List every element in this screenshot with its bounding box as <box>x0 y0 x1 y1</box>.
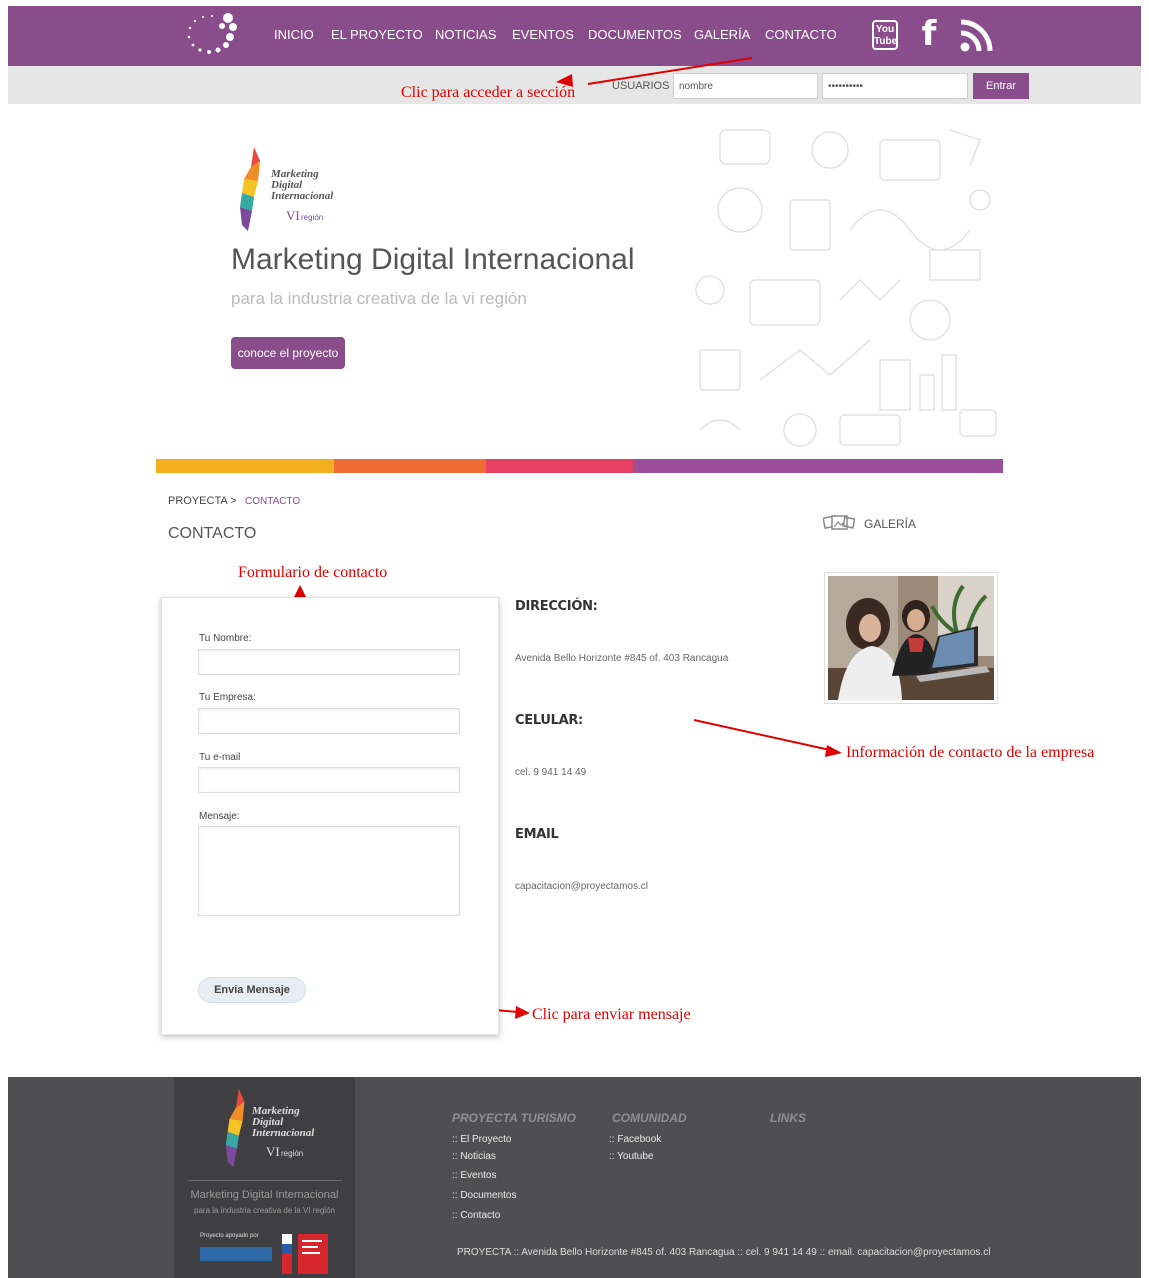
footer-contact-line: PROYECTA :: Avenida Bello Horizonte #845… <box>457 1247 991 1258</box>
gallery-photo[interactable] <box>824 572 998 704</box>
footer-link-facebook[interactable]: :: Facebook <box>609 1134 661 1145</box>
logo-word-4: VI <box>286 208 300 223</box>
footer-tagline: para la industria creativa de la VI regi… <box>194 1206 335 1215</box>
footer-col1-title: PROYECTA TURISMO <box>452 1111 577 1125</box>
hero-title: Marketing Digital Internacional <box>231 243 635 276</box>
facebook-icon[interactable]: f <box>917 14 941 54</box>
login-button[interactable]: Entrar <box>973 73 1029 99</box>
page-title: CONTACTO <box>168 525 257 542</box>
footer-logo-word-5: región <box>281 1149 304 1158</box>
phone-value: cel. 9 941 14 49 <box>515 767 587 778</box>
stripe-red <box>486 459 633 473</box>
company-label: Tu Empresa: <box>199 692 256 703</box>
gallery-photo-image <box>828 576 994 700</box>
sponsor-logo-gobierno <box>282 1234 328 1274</box>
footer-link-contacto[interactable]: :: Contacto <box>452 1210 500 1221</box>
send-message-button[interactable]: Envia Mensaje <box>198 977 306 1003</box>
footer-logo-word-3: Internacional <box>252 1127 315 1139</box>
color-stripe <box>156 459 1003 473</box>
phone-heading: CELULAR: <box>515 713 583 728</box>
annotation-form: Formulario de contacto <box>238 564 388 581</box>
gallery-title: GALERÍA <box>864 517 917 531</box>
nav-inicio[interactable]: INICIO <box>274 27 314 43</box>
footer-col2-title: COMUNIDAD <box>612 1111 687 1125</box>
breadcrumb-home[interactable]: PROYECTA > <box>168 495 237 507</box>
address-heading: DIRECCIÓN: <box>515 599 598 614</box>
logo-mark-icon <box>240 147 260 231</box>
conoce-proyecto-button[interactable]: conoce el proyecto <box>231 337 345 369</box>
gallery-heading[interactable]: GALERÍA <box>823 514 933 534</box>
footer-link-youtube[interactable]: :: Youtube <box>609 1151 654 1162</box>
stripe-purple <box>633 459 1003 473</box>
footer-link-el-proyecto[interactable]: :: El Proyecto <box>452 1134 511 1145</box>
message-textarea[interactable] <box>198 826 460 916</box>
nav-el-proyecto[interactable]: EL PROYECTO <box>331 27 423 43</box>
footer-site-name: Marketing Digital Internacional <box>190 1189 339 1201</box>
footer-divider <box>188 1180 342 1181</box>
footer-link-noticias[interactable]: :: Noticias <box>452 1151 496 1162</box>
site-logo-dots[interactable] <box>182 12 242 56</box>
nav-documentos[interactable]: DOCUMENTOS <box>588 27 682 43</box>
username-input[interactable] <box>673 73 818 99</box>
logo-word-3: Internacional <box>271 190 334 202</box>
nav-galeria[interactable]: GALERÍA <box>694 27 750 43</box>
logo-word-5: región <box>301 213 324 222</box>
youtube-icon[interactable]: You Tube <box>872 20 898 50</box>
gallery-icon <box>823 514 855 530</box>
email-heading: EMAIL <box>515 827 559 842</box>
users-label: USUARIOS <box>612 80 670 92</box>
rss-icon[interactable] <box>958 18 994 54</box>
stripe-orange <box>334 459 486 473</box>
email-label: Tu e-mail <box>199 752 241 763</box>
nav-contacto[interactable]: CONTACTO <box>765 27 837 43</box>
email-input[interactable] <box>198 767 460 793</box>
company-input[interactable] <box>198 708 460 734</box>
breadcrumb-current: CONTACTO <box>245 496 301 507</box>
annotation-section: Clic para acceder a sección <box>401 84 576 101</box>
footer-logo: Marketing Digital Internacional VI regió… <box>222 1086 322 1174</box>
name-input[interactable] <box>198 649 460 675</box>
footer-logo-word-4: VI <box>266 1144 280 1159</box>
name-label: Tu Nombre: <box>199 633 252 644</box>
footer-logo-mark-icon <box>225 1088 245 1168</box>
hero-subtitle: para la industria creativa de la vi regi… <box>231 289 527 308</box>
footer-link-documentos[interactable]: :: Documentos <box>452 1190 516 1201</box>
footer-col3-title: LINKS <box>770 1111 806 1125</box>
annotation-send: Clic para enviar mensaje <box>532 1006 691 1023</box>
email-value[interactable]: capacitacion@proyectamos.cl <box>515 881 648 892</box>
message-label: Mensaje: <box>199 811 240 822</box>
nav-eventos[interactable]: EVENTOS <box>512 27 574 43</box>
footer-support-label: Proyecto apoyado por <box>200 1233 259 1239</box>
hero-logo: Marketing Digital Internacional VI regió… <box>236 145 336 235</box>
address-value: Avenida Bello Horizonte #845 of. 403 Ran… <box>515 653 729 664</box>
annotation-company-info: Información de contacto de la empresa <box>846 744 1095 761</box>
password-input[interactable] <box>822 73 968 99</box>
nav-noticias[interactable]: NOTICIAS <box>435 27 496 43</box>
sponsor-logo-corfo <box>200 1247 272 1261</box>
stripe-yellow <box>156 459 334 473</box>
footer-link-eventos[interactable]: :: Eventos <box>452 1170 496 1181</box>
hero-background-doodles <box>695 129 997 447</box>
